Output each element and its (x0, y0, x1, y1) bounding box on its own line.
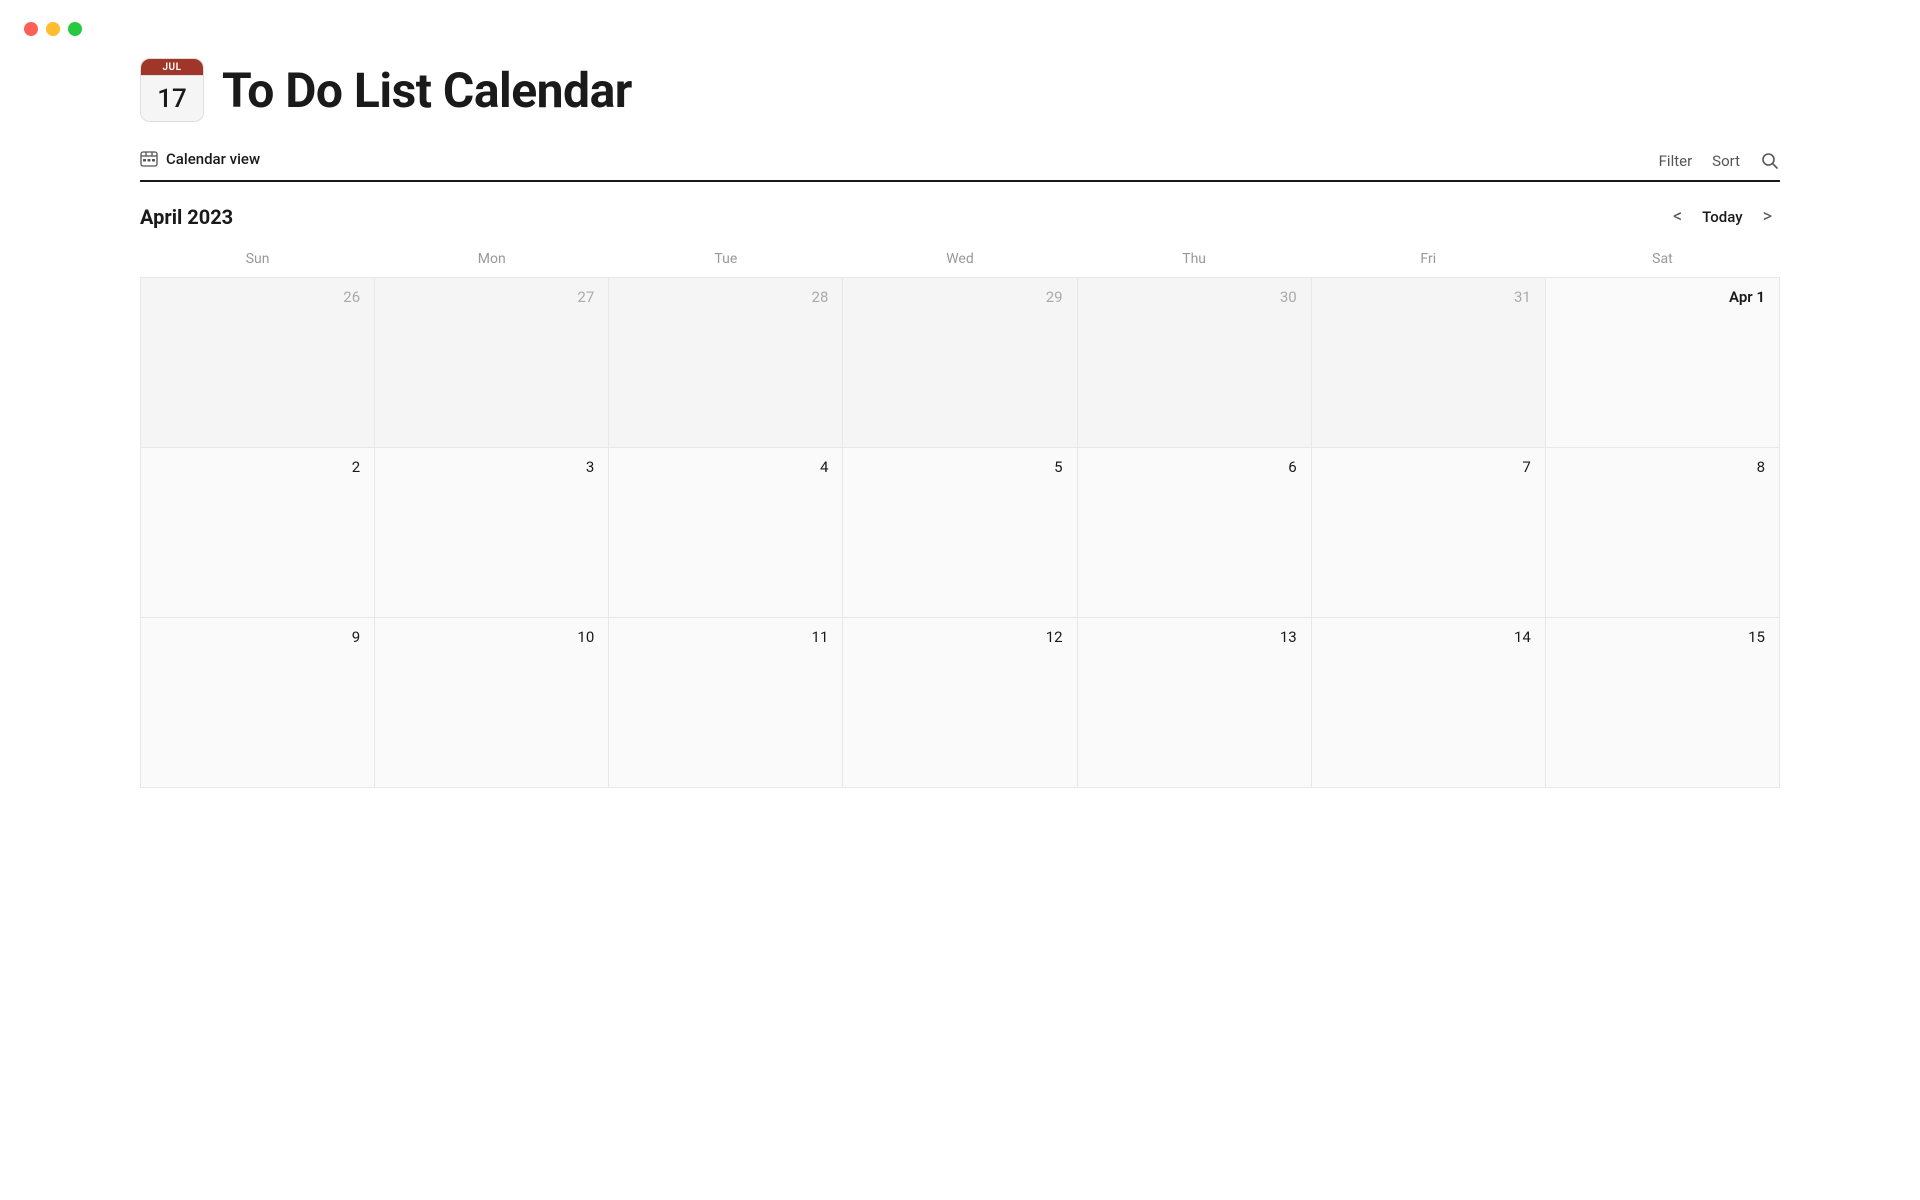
day-cell[interactable]: 5 (843, 448, 1077, 618)
main-content: JUL 17 To Do List Calendar Calendar view (0, 58, 1920, 788)
day-cell[interactable]: 8 (1545, 448, 1779, 618)
day-number: 10 (389, 628, 594, 646)
calendar-nav: April 2023 < Today > (140, 202, 1780, 231)
sort-button[interactable]: Sort (1712, 152, 1740, 170)
header-tue: Tue (609, 243, 843, 278)
day-number: 31 (1326, 288, 1531, 306)
header-sun: Sun (141, 243, 375, 278)
day-cell[interactable]: Apr 1 (1545, 278, 1779, 448)
today-button[interactable]: Today (1702, 208, 1742, 226)
toolbar: Calendar view Filter Sort (140, 150, 1780, 182)
close-button[interactable] (24, 22, 38, 36)
icon-month-label: JUL (141, 59, 203, 75)
traffic-lights (0, 0, 1920, 58)
minimize-button[interactable] (46, 22, 60, 36)
page-title: To Do List Calendar (222, 62, 632, 119)
calendar-grid: Sun Mon Tue Wed Thu Fri Sat 262728293031… (140, 243, 1780, 788)
day-number: Apr 1 (1560, 288, 1765, 306)
week-row-2: 9 10 11 12 13 14 15 (141, 618, 1780, 788)
day-cell[interactable]: 29 (843, 278, 1077, 448)
day-cell[interactable]: 3 (375, 448, 609, 618)
day-number: 8 (1560, 458, 1765, 476)
day-headers-row: Sun Mon Tue Wed Thu Fri Sat (141, 243, 1780, 278)
day-number: 28 (623, 288, 828, 306)
header-sat: Sat (1545, 243, 1779, 278)
day-number: 30 (1092, 288, 1297, 306)
day-number: 26 (155, 288, 360, 306)
next-month-button[interactable]: > (1755, 202, 1780, 231)
header-mon: Mon (375, 243, 609, 278)
day-number: 5 (857, 458, 1062, 476)
day-number: 29 (857, 288, 1062, 306)
day-cell[interactable]: 13 (1077, 618, 1311, 788)
week-row-0: 26 27 28 29 30 31 Apr 1 (141, 278, 1780, 448)
day-cell[interactable]: 11 (609, 618, 843, 788)
day-cell[interactable]: 12 (843, 618, 1077, 788)
search-button[interactable] (1760, 151, 1780, 171)
day-number: 2 (155, 458, 360, 476)
header-fri: Fri (1311, 243, 1545, 278)
page-header: JUL 17 To Do List Calendar (140, 58, 1780, 122)
day-cell[interactable]: 9 (141, 618, 375, 788)
maximize-button[interactable] (68, 22, 82, 36)
day-cell[interactable]: 10 (375, 618, 609, 788)
prev-month-button[interactable]: < (1665, 202, 1690, 231)
toolbar-actions: Filter Sort (1659, 151, 1780, 171)
day-cell[interactable]: 28 (609, 278, 843, 448)
day-number: 6 (1092, 458, 1297, 476)
day-cell[interactable]: 14 (1311, 618, 1545, 788)
day-number: 12 (857, 628, 1062, 646)
day-number: 11 (623, 628, 828, 646)
day-number: 15 (1560, 628, 1765, 646)
day-cell[interactable]: 27 (375, 278, 609, 448)
filter-button[interactable]: Filter (1659, 152, 1693, 170)
day-cell[interactable]: 6 (1077, 448, 1311, 618)
day-number: 4 (623, 458, 828, 476)
day-cell[interactable]: 4 (609, 448, 843, 618)
calendar-view-icon (140, 150, 158, 168)
day-number: 27 (389, 288, 594, 306)
day-number: 13 (1092, 628, 1297, 646)
day-cell[interactable]: 2 (141, 448, 375, 618)
day-cell[interactable]: 31 (1311, 278, 1545, 448)
nav-controls: < Today > (1665, 202, 1780, 231)
day-cell[interactable]: 15 (1545, 618, 1779, 788)
day-number: 7 (1326, 458, 1531, 476)
icon-day-number: 17 (141, 75, 203, 121)
header-wed: Wed (843, 243, 1077, 278)
calendar-view-tab[interactable]: Calendar view (140, 150, 260, 172)
day-cell[interactable]: 7 (1311, 448, 1545, 618)
day-cell[interactable]: 30 (1077, 278, 1311, 448)
header-thu: Thu (1077, 243, 1311, 278)
month-title: April 2023 (140, 205, 233, 229)
day-number: 9 (155, 628, 360, 646)
day-number: 3 (389, 458, 594, 476)
app-icon: JUL 17 (140, 58, 204, 122)
calendar-view-label: Calendar view (166, 150, 260, 168)
week-row-1: 2 3 4 5 6 7 8 (141, 448, 1780, 618)
day-cell[interactable]: 26 (141, 278, 375, 448)
day-number: 14 (1326, 628, 1531, 646)
